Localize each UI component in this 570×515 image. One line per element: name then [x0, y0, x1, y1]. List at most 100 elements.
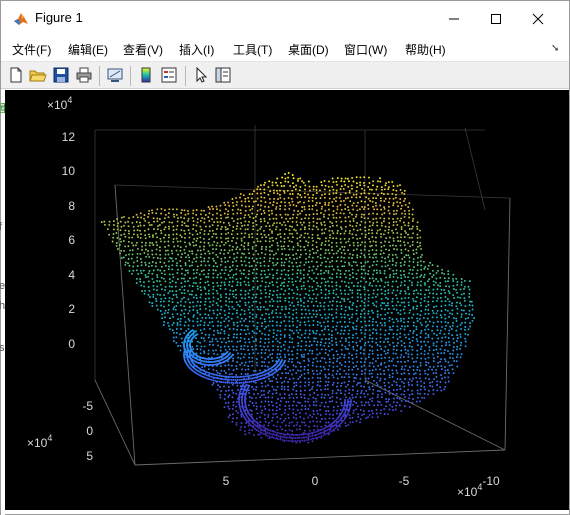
data-point	[364, 332, 366, 335]
data-point	[136, 260, 139, 262]
data-point	[220, 232, 223, 235]
property-inspector-icon[interactable]	[214, 66, 232, 84]
data-point	[335, 350, 338, 353]
data-point	[431, 264, 434, 267]
data-point	[227, 221, 230, 224]
data-point	[440, 310, 443, 312]
menu-edit[interactable]: 编辑(E)	[68, 41, 108, 58]
data-point	[327, 325, 329, 328]
data-point	[435, 293, 438, 296]
data-point	[346, 383, 349, 386]
data-point	[432, 344, 435, 347]
data-point	[195, 224, 198, 227]
data-point	[129, 249, 131, 252]
data-point	[124, 229, 127, 232]
data-point	[298, 433, 301, 436]
edit-plot-arrow-icon[interactable]	[192, 66, 210, 84]
data-point	[340, 251, 343, 254]
data-point	[346, 196, 349, 199]
data-point	[405, 254, 408, 257]
open-icon[interactable]	[29, 66, 47, 84]
data-point	[328, 417, 331, 420]
data-point	[459, 323, 462, 326]
menu-file[interactable]: 文件(F)	[12, 41, 51, 58]
data-point	[385, 248, 387, 251]
data-point	[253, 373, 256, 376]
data-point	[253, 376, 256, 379]
data-point	[299, 228, 302, 231]
data-point	[304, 381, 307, 384]
insert-legend-icon[interactable]	[160, 66, 178, 84]
data-point	[264, 285, 267, 288]
close-button[interactable]	[517, 1, 559, 37]
data-point	[396, 320, 399, 323]
link-plot-icon[interactable]	[106, 66, 124, 84]
data-point	[324, 240, 327, 243]
data-point	[151, 305, 154, 307]
data-point	[179, 317, 182, 320]
print-icon[interactable]	[75, 66, 93, 84]
menu-expand-icon[interactable]: ➘	[551, 43, 559, 54]
menu-tools[interactable]: 工具(T)	[233, 41, 272, 58]
plot-canvas[interactable]: 0 2 4 6 8 10 12 -5 0 5 ×104 ×104 5 0 -5 -10 ×104	[5, 90, 569, 510]
data-point	[192, 241, 194, 244]
data-point	[409, 309, 412, 312]
data-point	[230, 317, 233, 320]
data-point	[312, 304, 315, 307]
data-point	[332, 417, 335, 420]
data-point	[395, 308, 398, 311]
maximize-button[interactable]	[475, 1, 517, 37]
data-point	[396, 325, 399, 328]
data-point	[252, 426, 255, 429]
data-point	[276, 277, 279, 280]
data-point	[360, 392, 363, 395]
new-figure-icon[interactable]	[7, 66, 25, 84]
data-point	[317, 284, 319, 287]
data-point	[230, 378, 233, 381]
data-point	[196, 237, 199, 240]
data-point	[331, 285, 334, 288]
data-point	[228, 378, 231, 381]
data-point	[135, 241, 138, 244]
data-point	[220, 341, 223, 344]
menu-insert[interactable]: 插入(I)	[179, 41, 214, 58]
data-point	[380, 192, 383, 195]
data-point	[173, 215, 176, 218]
data-point	[279, 228, 282, 231]
data-point	[236, 237, 239, 240]
data-point	[275, 205, 278, 208]
menu-desktop[interactable]: 桌面(D)	[288, 41, 329, 58]
data-point	[412, 365, 415, 368]
data-point	[247, 308, 250, 311]
data-point	[343, 298, 346, 301]
data-point	[137, 272, 140, 275]
menu-help[interactable]: 帮助(H)	[405, 41, 446, 58]
data-point	[376, 315, 379, 318]
data-point	[277, 248, 280, 251]
data-point	[200, 209, 203, 212]
data-point	[440, 288, 443, 291]
data-point	[159, 249, 161, 252]
data-point	[252, 228, 255, 231]
data-point	[412, 299, 415, 302]
menu-view[interactable]: 查看(V)	[123, 41, 163, 58]
data-point	[284, 177, 287, 180]
3d-scatter-plot[interactable]: 024681012-505×104×1045 0 -5 -10×104	[5, 90, 569, 510]
menu-window[interactable]: 窗口(W)	[344, 41, 387, 58]
data-point	[267, 384, 269, 387]
data-point	[370, 244, 373, 247]
data-point	[211, 229, 214, 232]
save-icon[interactable]	[52, 66, 70, 84]
data-point	[235, 349, 238, 352]
minimize-button[interactable]	[433, 1, 475, 37]
data-point	[293, 228, 296, 231]
data-point	[307, 377, 310, 380]
data-point	[426, 267, 429, 270]
data-point	[219, 293, 222, 296]
data-point	[453, 317, 455, 320]
data-point	[237, 208, 240, 211]
data-point	[361, 326, 364, 329]
insert-colorbar-icon[interactable]	[137, 66, 155, 84]
data-point	[372, 292, 375, 295]
data-point	[312, 358, 315, 360]
